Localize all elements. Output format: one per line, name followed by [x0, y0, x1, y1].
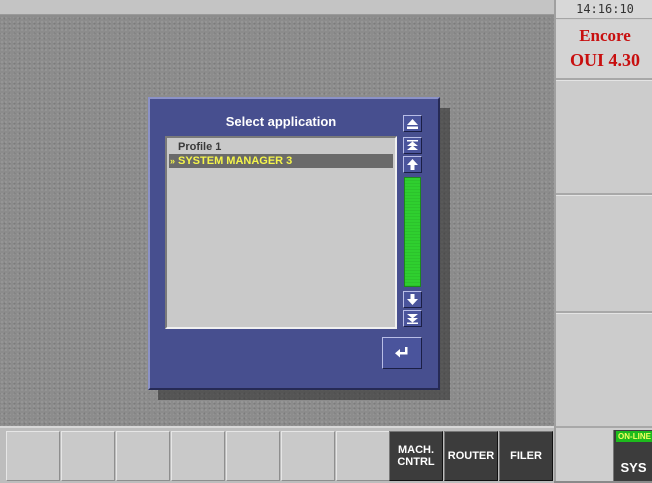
- application-list[interactable]: Profile 1 » SYSTEM MANAGER 3: [165, 136, 397, 329]
- right-panel-slot-3[interactable]: [556, 313, 652, 428]
- sys-button[interactable]: ON-LINE SYS: [613, 430, 652, 481]
- eject-button[interactable]: [403, 115, 422, 132]
- top-strip: [0, 0, 554, 15]
- brand-block: Encore OUI 4.30: [556, 20, 652, 80]
- select-application-dialog: Select application Profile 1 » SYSTEM MA…: [148, 97, 440, 390]
- scroll-up-button[interactable]: [403, 156, 422, 173]
- double-down-icon: [407, 314, 418, 324]
- up-arrow-icon: [407, 159, 418, 170]
- bottom-slot-4[interactable]: [171, 431, 225, 481]
- bottom-slot-6[interactable]: [281, 431, 335, 481]
- scroll-down-button[interactable]: [403, 291, 422, 308]
- dialog-title: Select application: [225, 114, 337, 129]
- list-item-label: Profile 1: [178, 141, 222, 153]
- clock: 14:16:10: [556, 0, 652, 19]
- brand-version: OUI 4.30: [569, 50, 640, 70]
- right-panel-slot-1[interactable]: [556, 80, 652, 195]
- scroll-bottom-button[interactable]: [403, 310, 422, 327]
- bottom-slot-3[interactable]: [116, 431, 170, 481]
- down-arrow-icon: [407, 294, 418, 305]
- list-item[interactable]: Profile 1: [169, 140, 393, 154]
- router-button[interactable]: ROUTER: [444, 431, 498, 481]
- bottom-slot-5[interactable]: [226, 431, 280, 481]
- filer-button[interactable]: FILER: [499, 431, 553, 481]
- list-item-label: SYSTEM MANAGER 3: [178, 155, 293, 167]
- right-panel-slot-2[interactable]: [556, 195, 652, 313]
- eject-icon: [407, 118, 418, 129]
- right-panel: 14:16:10 Encore OUI 4.30: [554, 0, 652, 481]
- sys-label: SYS: [620, 460, 647, 475]
- online-indicator: ON-LINE: [616, 431, 652, 442]
- bottom-slot-2[interactable]: [61, 431, 115, 481]
- enter-button[interactable]: [382, 337, 422, 369]
- scroll-track[interactable]: [404, 177, 421, 287]
- bottom-slot-1[interactable]: [6, 431, 60, 481]
- mach-cntrl-button[interactable]: MACH. CNTRL: [389, 431, 443, 481]
- list-item-selected[interactable]: » SYSTEM MANAGER 3: [169, 154, 393, 168]
- selected-bullet-icon: »: [170, 156, 176, 166]
- scroll-top-button[interactable]: [403, 137, 422, 154]
- brand-name: Encore: [579, 26, 631, 45]
- bottom-bar: MACH. CNTRL ROUTER FILER: [0, 426, 554, 483]
- enter-icon: [395, 347, 408, 358]
- double-up-icon: [407, 140, 418, 150]
- bottom-slot-7[interactable]: [336, 431, 390, 481]
